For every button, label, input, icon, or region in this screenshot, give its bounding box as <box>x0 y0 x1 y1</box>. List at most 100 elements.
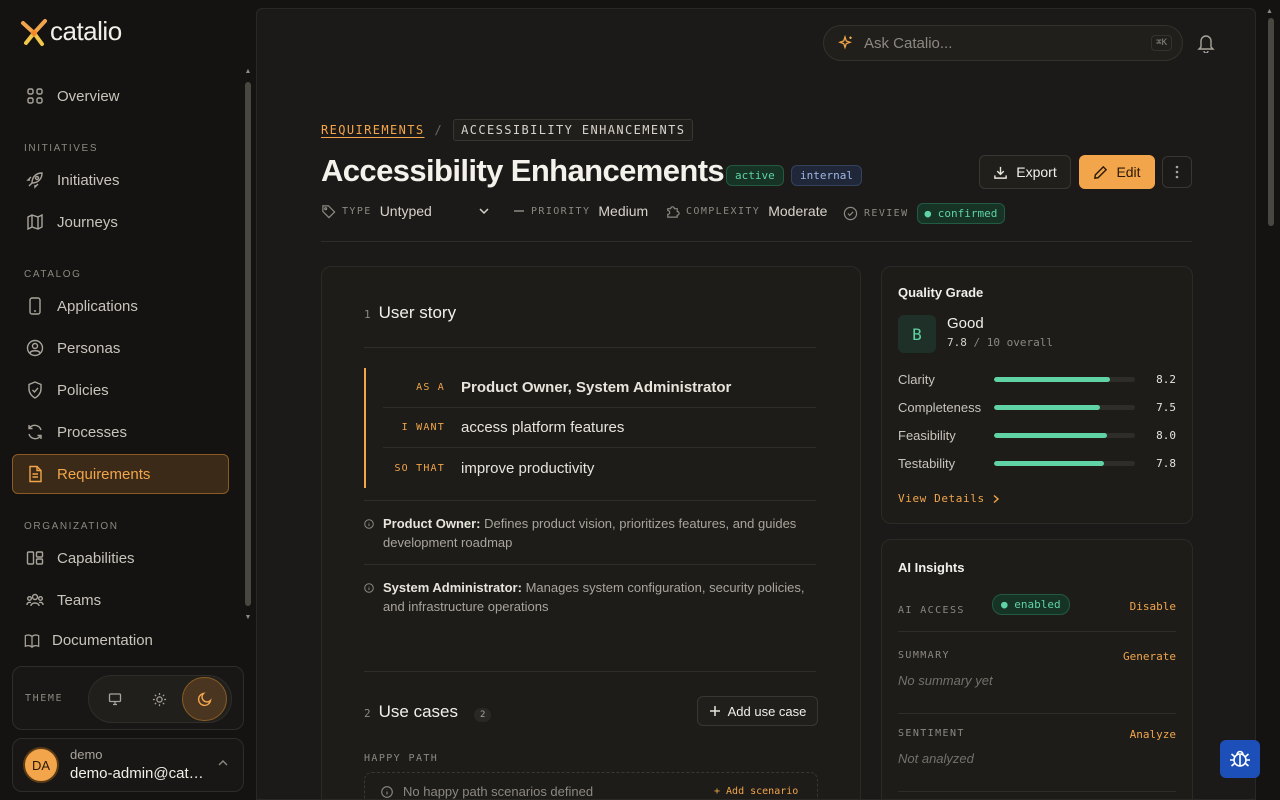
scroll-up-icon[interactable]: ▲ <box>244 68 252 76</box>
score-value: 7.8 <box>947 336 967 349</box>
ai-access-label: AI ACCESS <box>898 605 965 616</box>
quality-grade-title: Quality Grade <box>898 285 984 300</box>
sidebar-item-requirements[interactable]: Requirements <box>12 454 229 494</box>
section-heading-organization: ORGANIZATION <box>24 521 119 532</box>
story-row-i-want: I WANT access platform features <box>383 408 816 448</box>
sentiment-empty-text: Not analyzed <box>898 751 974 766</box>
search-shortcut: ⌘K <box>1151 35 1172 51</box>
metric-bar <box>994 460 1135 466</box>
divider <box>364 564 816 565</box>
metric-value: 8.0 <box>1156 428 1176 442</box>
review-label: REVIEW <box>864 208 909 219</box>
happy-path-label: HAPPY PATH <box>364 753 439 764</box>
edit-button[interactable]: Edit <box>1079 155 1155 189</box>
bug-report-button[interactable] <box>1220 740 1260 778</box>
sidebar-item-overview[interactable]: Overview <box>12 76 242 116</box>
section-heading-initiatives: INITIATIVES <box>24 143 99 154</box>
documentation-label: Documentation <box>52 632 153 649</box>
sidebar-item-teams[interactable]: Teams <box>12 580 242 620</box>
analyze-sentiment-button[interactable]: Analyze <box>1130 728 1176 741</box>
divider <box>364 347 816 348</box>
user-menu[interactable]: DA demo demo-admin@catalio.com <box>12 738 244 792</box>
section-title: User story <box>378 303 457 322</box>
sidebar-item-label: Policies <box>57 381 109 399</box>
priority-value: Medium <box>598 203 649 219</box>
ai-access-row: AI ACCESS ● enabled Disable <box>898 594 1176 618</box>
sidebar-item-processes[interactable]: Processes <box>12 412 242 452</box>
logo[interactable]: catalio <box>20 16 122 47</box>
ai-access-value: enabled <box>1014 598 1061 611</box>
metric-fill <box>994 376 1110 382</box>
scroll-up-icon[interactable]: ▲ <box>1266 8 1273 15</box>
sidebar-nav: Overview INITIATIVES Initiatives Journey… <box>12 76 242 622</box>
breadcrumb: REQUIREMENTS / ACCESSIBILITY ENHANCEMENT… <box>321 119 694 141</box>
sidebar-item-label: Teams <box>57 591 102 609</box>
logo-text: catalio <box>50 16 122 46</box>
sidebar-item-personas[interactable]: Personas <box>12 328 242 368</box>
type-field[interactable]: TYPE Untyped <box>321 203 490 219</box>
layout-icon <box>25 548 45 568</box>
page-scrollbar-thumb[interactable] <box>1268 18 1274 226</box>
divider <box>898 791 1176 792</box>
story-statement: AS A Product Owner, System Administrator… <box>364 368 816 488</box>
disable-ai-button[interactable]: Disable <box>1130 600 1176 613</box>
breadcrumb-current: ACCESSIBILITY ENHANCEMENTS <box>453 119 694 141</box>
grade-score: 7.8 / 10 overall <box>947 336 1053 349</box>
metric-name: Feasibility <box>898 427 956 443</box>
sidebar-item-label: Capabilities <box>57 549 135 567</box>
bug-icon <box>1230 750 1250 767</box>
info-icon <box>364 519 374 529</box>
sidebar-item-journeys[interactable]: Journeys <box>12 202 242 242</box>
export-button[interactable]: Export <box>979 155 1071 189</box>
happy-path-empty-text: No happy path scenarios defined <box>403 784 594 799</box>
edit-label: Edit <box>1116 164 1141 180</box>
scroll-down-icon[interactable]: ▼ <box>244 614 252 622</box>
more-actions-button[interactable] <box>1162 156 1192 188</box>
add-scenario-button[interactable]: + Add scenario <box>714 786 798 797</box>
sidebar-item-label: Overview <box>57 87 120 105</box>
metric-value: 7.8 <box>1156 456 1176 470</box>
grade-badge: B <box>898 315 936 353</box>
sun-icon <box>153 692 167 706</box>
story-value: Product Owner, System Administrator <box>461 379 732 396</box>
sidebar-item-initiatives[interactable]: Initiatives <box>12 160 242 200</box>
generate-summary-button[interactable]: Generate <box>1123 650 1176 663</box>
metric-name: Testability <box>898 455 956 471</box>
puzzle-icon <box>667 205 680 218</box>
visibility-badge: internal <box>791 165 862 186</box>
happy-path-empty-state: No happy path scenarios defined + Add sc… <box>364 772 818 799</box>
breadcrumb-link-requirements[interactable]: REQUIREMENTS <box>321 123 425 137</box>
theme-light-option[interactable] <box>138 677 183 721</box>
persona-name: System Administrator: <box>383 580 522 595</box>
complexity-value: Moderate <box>768 203 828 219</box>
page-title: Accessibility Enhancements <box>321 153 725 188</box>
rocket-icon <box>25 170 45 190</box>
bell-icon[interactable] <box>1197 33 1215 53</box>
main-content: Ask Catalio... ⌘K REQUIREMENTS / ACCESSI… <box>256 8 1256 800</box>
section-number: 1 <box>364 308 371 321</box>
view-details-link[interactable]: View Details <box>898 492 1001 505</box>
documentation-link[interactable]: Documentation <box>24 632 153 649</box>
divider <box>898 713 1176 714</box>
sidebar: catalio Overview INITIATIVES Initiatives… <box>0 0 256 800</box>
sidebar-item-label: Processes <box>57 423 128 441</box>
user-story-card: 1 User story AS A Product Owner, System … <box>321 266 861 799</box>
story-label: AS A <box>416 382 445 393</box>
moon-icon <box>197 692 212 707</box>
theme-selector: THEME <box>12 666 244 730</box>
avatar: DA <box>23 747 59 783</box>
search-input[interactable]: Ask Catalio... ⌘K <box>823 25 1183 61</box>
add-use-case-button[interactable]: Add use case <box>697 696 818 726</box>
check-circle-icon <box>843 206 858 221</box>
theme-system-option[interactable] <box>93 677 138 721</box>
sidebar-scrollbar-thumb[interactable] <box>245 82 251 606</box>
divider <box>364 500 816 501</box>
breadcrumb-separator: / <box>434 123 444 137</box>
theme-dark-option[interactable] <box>182 677 227 721</box>
chevron-right-icon <box>993 494 999 503</box>
sidebar-item-capabilities[interactable]: Capabilities <box>12 538 242 578</box>
sidebar-item-policies[interactable]: Policies <box>12 370 242 410</box>
smartphone-icon <box>25 296 45 316</box>
status-badge: active <box>726 165 784 186</box>
sidebar-item-applications[interactable]: Applications <box>12 286 242 326</box>
